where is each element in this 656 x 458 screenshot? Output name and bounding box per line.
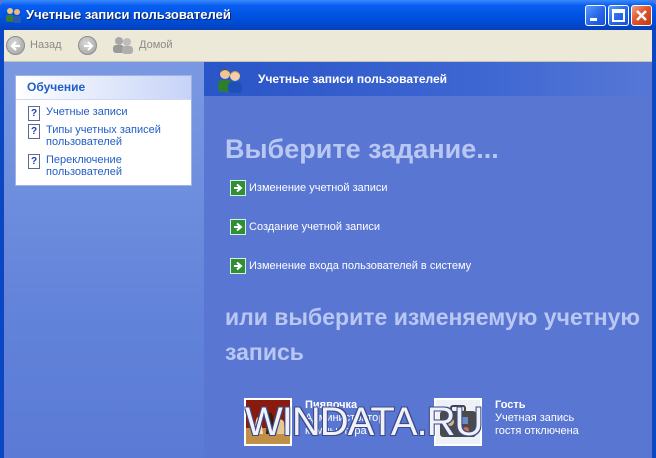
maximize-button[interactable] [608, 5, 629, 26]
back-label: Назад [30, 39, 62, 51]
task-change-logon[interactable]: Изменение входа пользователей в систему [230, 258, 471, 274]
task-label: Изменение входа пользователей в систему [249, 260, 472, 272]
toolbar: Назад Домой [0, 30, 656, 62]
pick-account-heading: или выберите изменяемую учетную запись [225, 304, 641, 365]
users-icon [6, 8, 21, 23]
task-change-account[interactable]: Изменение учетной записи [230, 180, 388, 196]
home-users-icon [113, 37, 133, 54]
task-create-account[interactable]: Создание учетной записи [230, 219, 380, 235]
close-button[interactable] [631, 5, 652, 26]
close-icon [636, 10, 647, 21]
learn-item-label: Типы учетных записей пользователей [46, 124, 161, 148]
forward-button[interactable] [78, 34, 97, 56]
green-arrow-icon [230, 219, 246, 235]
learn-item-label: Переключение пользователей [46, 154, 122, 178]
minimize-icon [590, 18, 597, 21]
help-topic-icon: ? [28, 124, 40, 139]
user-accounts-window: Учетные записи пользователей Назад Домой… [0, 0, 656, 458]
help-topic-icon: ? [28, 154, 40, 169]
forward-arrow-icon [78, 35, 97, 55]
learn-item-switching[interactable]: ? Переключение пользователей [28, 154, 146, 178]
task-label: Создание учетной записи [249, 221, 380, 233]
green-arrow-icon [230, 258, 246, 274]
window-frame-left [0, 30, 4, 458]
back-arrow-icon [6, 35, 25, 55]
learn-heading: Обучение [27, 80, 86, 94]
home-button[interactable]: Домой [112, 34, 173, 56]
main-header: Учетные записи пользователей [204, 62, 652, 96]
main-header-title: Учетные записи пользователей [258, 72, 448, 86]
back-button[interactable]: Назад [6, 34, 62, 56]
pick-task-heading: Выберите задание... [225, 134, 499, 164]
window-frame-right [652, 30, 656, 458]
watermark-text: WINDATA.RU [245, 400, 483, 444]
home-label: Домой [139, 39, 173, 51]
learn-item-accounts[interactable]: ? Учетные записи [28, 106, 186, 121]
learn-header: Обучение [16, 76, 191, 100]
green-arrow-icon [230, 180, 246, 196]
main-pane: Учетные записи пользователей Выберите за… [204, 62, 652, 458]
task-label: Изменение учетной записи [249, 182, 388, 194]
learn-item-account-types[interactable]: ? Типы учетных записей пользователей [28, 124, 186, 148]
minimize-button[interactable] [585, 5, 606, 26]
left-task-pane: Обучение ? Учетные записи ? Типы учетных… [4, 62, 204, 458]
account-name: Гость [495, 399, 526, 411]
content-area: Обучение ? Учетные записи ? Типы учетных… [0, 62, 656, 458]
help-topic-icon: ? [28, 106, 40, 121]
user-accounts-icon [218, 69, 242, 93]
learn-item-label: Учетные записи [46, 106, 128, 118]
maximize-icon [612, 9, 625, 22]
title-bar[interactable]: Учетные записи пользователей [0, 0, 656, 30]
account-description: Учетная запись гостя отключена [495, 412, 579, 437]
learn-about-box: Обучение ? Учетные записи ? Типы учетных… [15, 75, 192, 186]
window-title: Учетные записи пользователей [26, 7, 231, 22]
